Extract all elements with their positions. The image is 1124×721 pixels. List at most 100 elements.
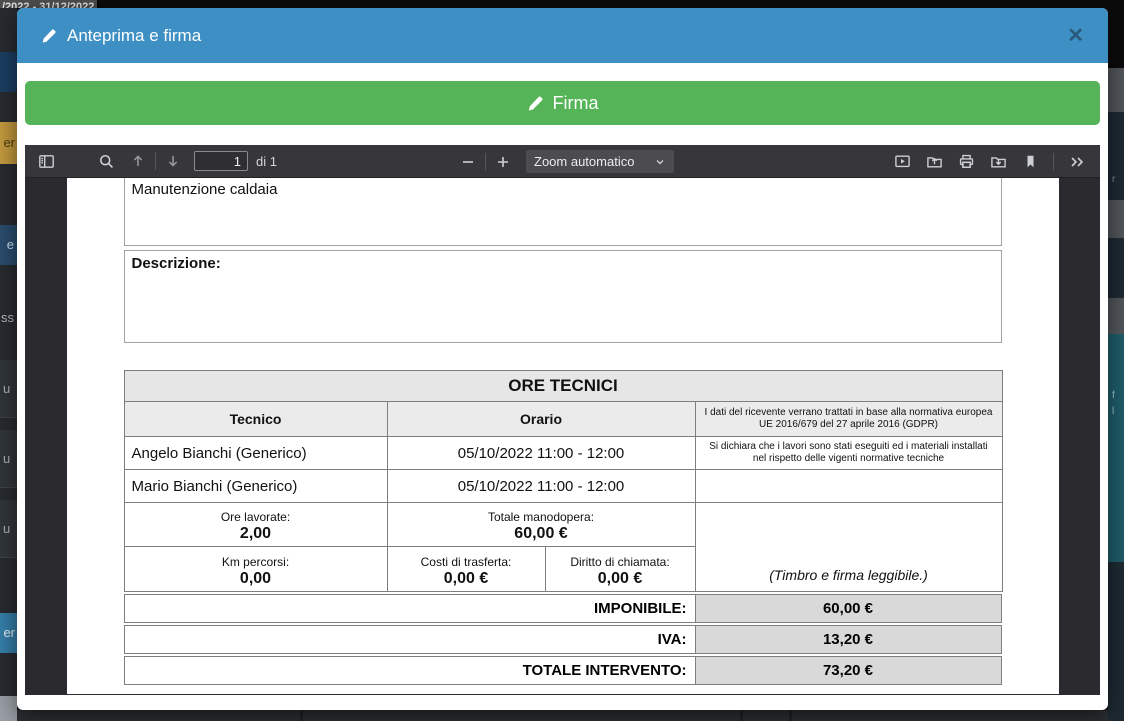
intervention-text: Manutenzione caldaia — [132, 181, 278, 198]
imponibile-label: IMPONIBILE: — [124, 594, 695, 623]
zoom-in-button[interactable] — [490, 149, 516, 175]
totale-manodopera-cell: Totale manodopera: 60,00 € — [387, 503, 695, 547]
table-title-row: ORE TECNICI — [124, 371, 1002, 402]
description-label: Descrizione: — [132, 255, 221, 272]
ore-tecnici-table: ORE TECNICI Tecnico Orario I dati del ri… — [124, 370, 1002, 685]
backdrop-steel-chip: e — [0, 225, 17, 265]
backdrop-gold-chip: er — [0, 122, 17, 164]
backdrop-navy-chip — [0, 52, 17, 92]
backdrop-right-fragment: f — [1112, 390, 1115, 401]
presentation-icon — [894, 153, 911, 170]
description-box: Descrizione: — [124, 250, 1002, 343]
table-header-row: Tecnico Orario I dati del ricevente verr… — [124, 402, 1002, 437]
arrow-down-icon — [165, 153, 181, 169]
imponibile-row: IMPONIBILE: 60,00 € — [124, 594, 1002, 623]
km-percorsi-cell: Km percorsi: 0,00 — [124, 547, 387, 592]
diritto-chiamata-label: Diritto di chiamata: — [546, 551, 695, 569]
backdrop-teal-block: f l — [1108, 334, 1124, 562]
costi-trasferta-label: Costi di trasferta: — [388, 551, 545, 569]
totale-intervento-row: TOTALE INTERVENTO: 73,20 € — [124, 656, 1002, 685]
pencil-icon — [527, 95, 544, 112]
ore-lavorate-label: Ore lavorate: — [125, 506, 387, 524]
backdrop-left-strip: er e ss u u u er — [0, 8, 17, 721]
presentation-mode-button[interactable] — [889, 149, 915, 175]
current-view-bookmark-button[interactable] — [1017, 149, 1043, 175]
page-count-label: di 1 — [256, 154, 277, 169]
folder-open-icon — [926, 153, 943, 170]
backdrop-bottom-strip — [17, 710, 1108, 721]
km-percorsi-value: 0,00 — [125, 569, 387, 588]
ore-lavorate-cell: Ore lavorate: 2,00 — [124, 503, 387, 547]
backdrop-top-strip: /2022 - 31/12/2022 — [0, 0, 1124, 8]
zoom-select[interactable]: Zoom automatico — [526, 150, 674, 173]
orario-cell: 05/10/2022 11:00 - 12:00 — [387, 437, 695, 470]
pdf-viewer-canvas-area[interactable]: Manutenzione caldaia Descrizione: ORE TE… — [25, 178, 1100, 694]
backdrop-date-range: /2022 - 31/12/2022 — [0, 0, 97, 8]
print-button[interactable] — [953, 149, 979, 175]
toolbar-more-button[interactable] — [1064, 149, 1090, 175]
costi-trasferta-value: 0,00 € — [388, 569, 545, 588]
totale-manodopera-value: 60,00 € — [388, 524, 695, 543]
close-icon[interactable]: ✕ — [1067, 26, 1084, 46]
zoom-select-value: Zoom automatico — [534, 154, 634, 169]
diritto-chiamata-value: 0,00 € — [546, 569, 695, 588]
empty-cell — [695, 470, 1002, 503]
backdrop-list-item: u — [0, 360, 17, 418]
folder-download-icon — [990, 153, 1007, 170]
tecnico-cell: Mario Bianchi (Generico) — [124, 470, 387, 503]
table-row: Mario Bianchi (Generico) 05/10/2022 11:0… — [124, 470, 1002, 503]
open-file-button[interactable] — [921, 149, 947, 175]
backdrop-right-fragment: l — [1112, 406, 1114, 417]
declaration-note: Si dichiara che i lavori sono stati eseg… — [695, 437, 1002, 470]
firma-button-label: Firma — [553, 93, 599, 114]
tecnico-cell: Angelo Bianchi (Generico) — [124, 437, 387, 470]
backdrop-text-fragment: ss — [1, 310, 14, 325]
modal-header: Anteprima e firma ✕ — [17, 8, 1108, 63]
bookmark-icon — [1023, 154, 1038, 169]
next-page-button[interactable] — [160, 148, 186, 174]
totale-intervento-label: TOTALE INTERVENTO: — [124, 656, 695, 685]
download-button[interactable] — [985, 149, 1011, 175]
stats-row-1: Ore lavorate: 2,00 Totale manodopera: 60… — [124, 503, 1002, 547]
timbro-note: (Timbro e firma leggibile.) — [695, 503, 1002, 592]
backdrop-list-item: u — [0, 430, 17, 488]
backdrop-right-strip: r f l — [1108, 8, 1124, 721]
sidebar-toggle-button[interactable] — [33, 148, 59, 174]
table-row: Angelo Bianchi (Generico) 05/10/2022 11:… — [124, 437, 1002, 470]
pencil-icon — [41, 28, 57, 44]
imponibile-value: 60,00 € — [695, 594, 1002, 623]
firma-button[interactable]: Firma — [25, 81, 1100, 125]
backdrop-list-item: u — [0, 500, 17, 558]
sidebar-toggle-icon — [38, 153, 55, 170]
print-icon — [958, 153, 975, 170]
km-percorsi-label: Km percorsi: — [125, 551, 387, 569]
backdrop-right-fragment: r — [1108, 112, 1124, 200]
orario-cell: 05/10/2022 11:00 - 12:00 — [387, 470, 695, 503]
previous-page-button[interactable] — [125, 148, 151, 174]
iva-row: IVA: 13,20 € — [124, 625, 1002, 654]
zoom-out-button[interactable] — [455, 149, 481, 175]
plus-icon — [495, 154, 511, 170]
search-button[interactable] — [93, 148, 119, 174]
totale-intervento-value: 73,20 € — [695, 656, 1002, 685]
modal-body: Firma — [17, 63, 1108, 695]
iva-value: 13,20 € — [695, 625, 1002, 654]
col-header-tecnico: Tecnico — [124, 402, 387, 437]
ore-lavorate-value: 2,00 — [125, 524, 387, 543]
pdf-page: Manutenzione caldaia Descrizione: ORE TE… — [67, 178, 1059, 694]
arrow-up-icon — [130, 153, 146, 169]
backdrop-left-footer — [0, 696, 17, 721]
pdf-toolbar: di 1 — [25, 145, 1100, 178]
page-number-input[interactable] — [194, 151, 248, 171]
costi-trasferta-cell: Costi di trasferta: 0,00 € — [387, 547, 545, 592]
pdf-viewer: di 1 — [25, 145, 1100, 695]
iva-label: IVA: — [124, 625, 695, 654]
backdrop-blue-chip: er — [0, 613, 17, 653]
screen: /2022 - 31/12/2022 er e ss u u u er r f … — [0, 0, 1124, 721]
intervention-box: Manutenzione caldaia — [124, 178, 1002, 246]
chevron-double-right-icon — [1069, 154, 1085, 170]
minus-icon — [460, 154, 476, 170]
totale-manodopera-label: Totale manodopera: — [388, 506, 695, 524]
search-icon — [98, 153, 115, 170]
modal-title-text: Anteprima e firma — [67, 26, 201, 46]
